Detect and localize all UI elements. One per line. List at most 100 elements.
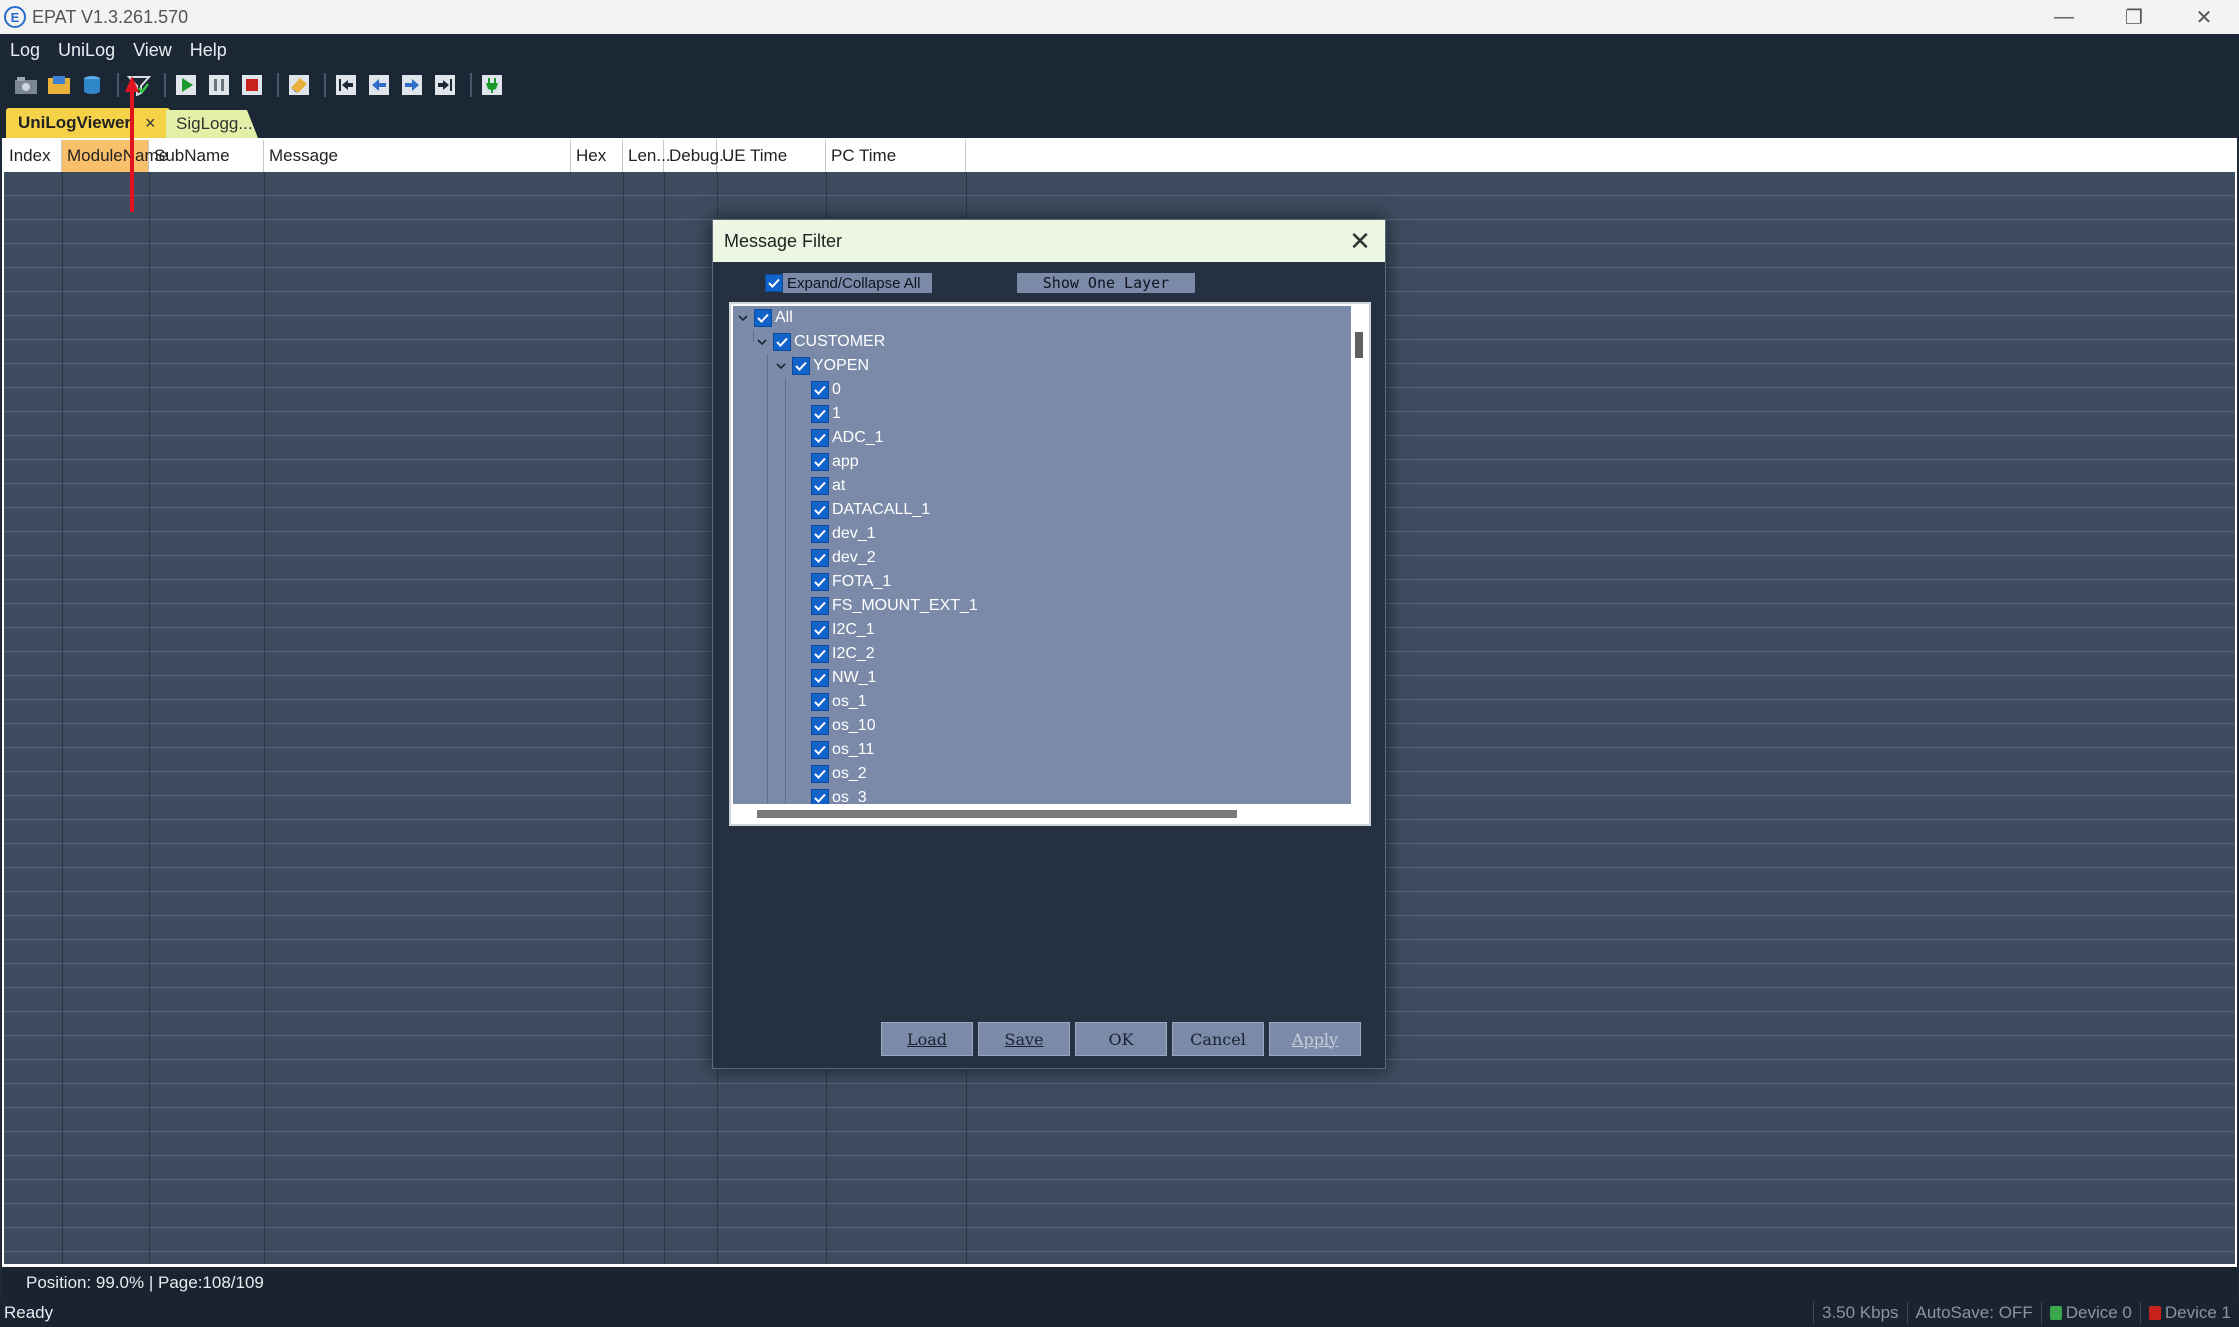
restore-button[interactable]: ❐ <box>2099 0 2169 34</box>
column-header-pc-time[interactable]: PC Time <box>826 140 966 172</box>
tree-leaf-item[interactable]: os_2 <box>811 762 867 786</box>
tree-leaf-item[interactable]: I2C_1 <box>811 618 875 642</box>
scrollbar-thumb[interactable] <box>1355 332 1363 358</box>
column-header-length[interactable]: Len... <box>623 140 671 172</box>
checkbox-checked-icon[interactable] <box>811 525 829 543</box>
tree-leaf-item[interactable]: os_3 <box>811 786 867 804</box>
tab-siglogger[interactable]: SigLogg... <box>166 110 258 138</box>
expand-collapse-all-checkbox[interactable]: Expand/Collapse All <box>765 273 933 293</box>
tab-close-icon[interactable]: × <box>145 113 156 134</box>
checkbox-checked-icon[interactable] <box>811 381 829 399</box>
show-one-layer-button[interactable]: Show One Layer <box>1017 273 1195 293</box>
database-button[interactable] <box>78 71 106 99</box>
column-header-message[interactable]: Message <box>264 140 571 172</box>
tree-leaf-item[interactable]: I2C_2 <box>811 642 875 666</box>
checkbox-checked-icon[interactable] <box>811 621 829 639</box>
menu-unilog[interactable]: UniLog <box>58 40 115 61</box>
checkbox-checked-icon[interactable] <box>811 429 829 447</box>
tree-leaf-label: at <box>832 477 846 494</box>
tree-leaf-item[interactable]: FS_MOUNT_EXT_1 <box>811 594 978 618</box>
toolbar <box>0 66 2239 104</box>
tree-leaf-item[interactable]: ADC_1 <box>811 426 884 450</box>
checkbox-checked-icon[interactable] <box>811 405 829 423</box>
column-header-ue-time[interactable]: UE Time <box>717 140 826 172</box>
start-button[interactable] <box>172 71 200 99</box>
go-previous-button[interactable] <box>365 71 393 99</box>
checkbox-checked-icon[interactable] <box>773 333 791 351</box>
tree-leaf-item[interactable]: os_10 <box>811 714 876 738</box>
tree-leaf-item[interactable]: os_11 <box>811 738 874 762</box>
save-button[interactable]: Save <box>978 1022 1070 1056</box>
apply-button-label: Apply <box>1291 1029 1339 1049</box>
stop-button[interactable] <box>238 71 266 99</box>
tree-leaf-label: I2C_2 <box>832 645 875 662</box>
filter-tree[interactable]: All CUSTOMER YOPEN 0 1 ADC_1app at DATACALL_… <box>733 306 1353 804</box>
go-last-button[interactable] <box>431 71 459 99</box>
checkbox-checked-icon[interactable] <box>811 549 829 567</box>
menu-help[interactable]: Help <box>190 40 227 61</box>
cancel-button[interactable]: Cancel <box>1172 1022 1264 1056</box>
column-header-index[interactable]: Index <box>4 140 62 172</box>
checkbox-checked-icon[interactable] <box>811 453 829 471</box>
checkbox-checked-icon[interactable] <box>811 693 829 711</box>
checkbox-checked-icon[interactable] <box>811 477 829 495</box>
checkbox-checked-icon[interactable] <box>811 597 829 615</box>
go-next-button[interactable] <box>398 71 426 99</box>
checkbox-checked-icon[interactable] <box>811 573 829 591</box>
tree-horizontal-scrollbar[interactable] <box>733 804 1369 822</box>
folder-camera-icon <box>15 77 37 94</box>
open-log-button[interactable] <box>12 71 40 99</box>
device-icon <box>2148 1305 2161 1320</box>
tree-leaf-item[interactable]: app <box>811 450 859 474</box>
checkbox-checked-icon[interactable] <box>811 645 829 663</box>
column-header-subname[interactable]: SubName <box>149 140 264 172</box>
pause-button[interactable] <box>205 71 233 99</box>
chevron-down-icon[interactable] <box>735 310 751 326</box>
tree-leaf-item[interactable]: NW_1 <box>811 666 876 690</box>
tree-node-yopen[interactable]: YOPEN <box>773 354 869 378</box>
tab-unilogviewer[interactable]: UniLogViewer × <box>6 108 170 138</box>
column-header-hex[interactable]: Hex <box>571 140 623 172</box>
load-button[interactable]: Load <box>881 1022 973 1056</box>
tree-leaf-item[interactable]: dev_2 <box>811 546 876 570</box>
tree-leaf-item[interactable]: 0 <box>811 378 841 402</box>
minimize-button[interactable]: — <box>2029 0 2099 34</box>
tree-node-all[interactable]: All <box>735 306 793 330</box>
checkbox-checked-icon[interactable] <box>754 309 772 327</box>
checkbox-checked-icon[interactable] <box>792 357 810 375</box>
tree-vertical-scrollbar[interactable] <box>1351 306 1367 804</box>
connect-device-button[interactable] <box>478 71 506 99</box>
tree-leaf-label: os_11 <box>832 741 875 758</box>
close-window-button[interactable]: ✕ <box>2169 0 2239 34</box>
checkbox-checked-icon[interactable] <box>811 501 829 519</box>
checkbox-checked-icon[interactable] <box>811 717 829 735</box>
tree-leaf-item[interactable]: 1 <box>811 402 841 426</box>
clear-button[interactable] <box>285 71 313 99</box>
tree-leaf-item[interactable]: FOTA_1 <box>811 570 891 594</box>
menu-log[interactable]: Log <box>10 40 40 61</box>
checkbox-checked-icon[interactable] <box>811 789 829 804</box>
tree-leaf-label: app <box>832 453 859 470</box>
status-device-1: Device 1 <box>2139 1301 2239 1324</box>
tree-leaf-item[interactable]: dev_1 <box>811 522 876 546</box>
status-device-1-text: Device 1 <box>2164 1302 2231 1322</box>
scrollbar-thumb[interactable] <box>757 810 1237 818</box>
tree-leaf-item[interactable]: at <box>811 474 845 498</box>
tree-leaf-item[interactable]: os_1 <box>811 690 867 714</box>
chevron-down-icon[interactable] <box>773 358 789 374</box>
checkbox-checked-icon[interactable] <box>811 765 829 783</box>
ok-button[interactable]: OK <box>1075 1022 1167 1056</box>
menu-view[interactable]: View <box>133 40 172 61</box>
checkbox-checked-icon[interactable] <box>811 741 829 759</box>
apply-button[interactable]: Apply <box>1269 1022 1361 1056</box>
grid-header: Index ModuleName SubName Message Hex Len… <box>4 140 2235 172</box>
save-log-button[interactable] <box>45 71 73 99</box>
column-header-debug[interactable]: Debug... <box>664 140 733 172</box>
tree-node-customer[interactable]: CUSTOMER <box>754 330 885 354</box>
dialog-close-button[interactable]: ✕ <box>1345 226 1375 256</box>
chevron-down-icon[interactable] <box>754 334 770 350</box>
go-first-button[interactable] <box>332 71 360 99</box>
toolbar-separator <box>277 73 279 97</box>
checkbox-checked-icon[interactable] <box>811 669 829 687</box>
tree-leaf-item[interactable]: DATACALL_1 <box>811 498 930 522</box>
